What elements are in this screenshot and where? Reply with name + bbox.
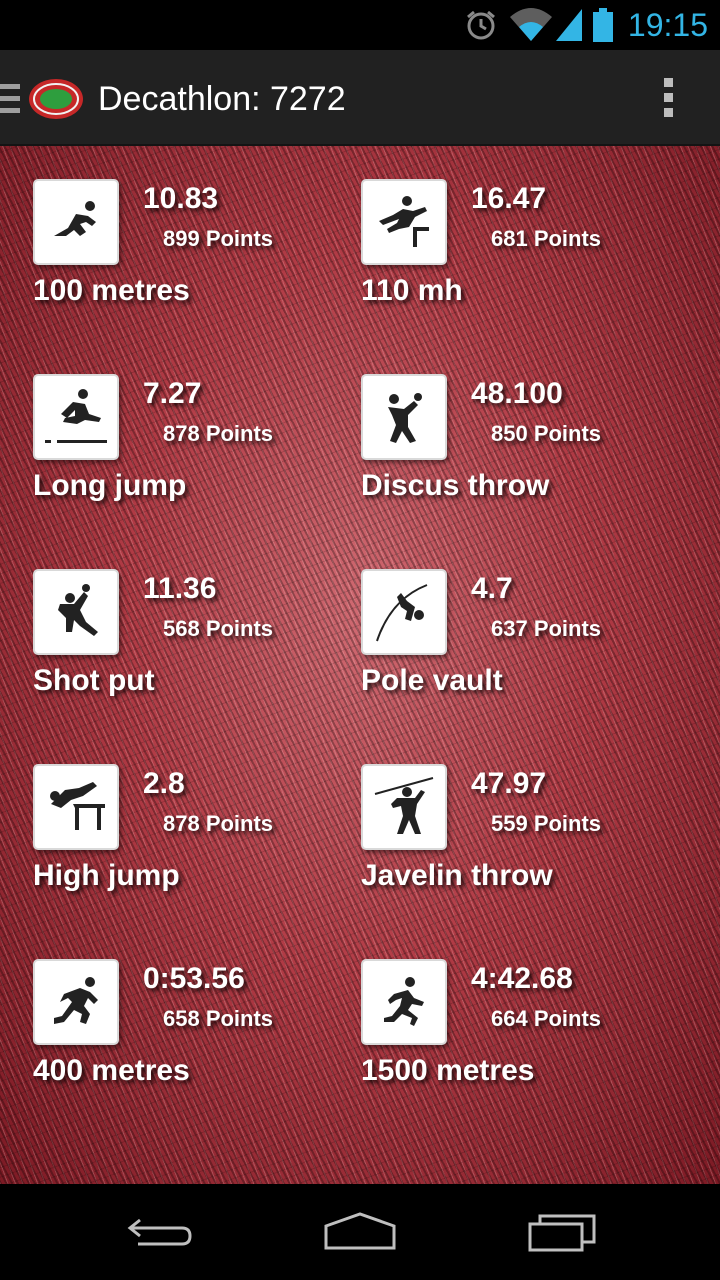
event-name: Long jump (33, 469, 187, 502)
event-points: 559 Points (491, 811, 602, 836)
discus-icon (361, 374, 447, 460)
event-name: 400 metres (33, 1054, 190, 1087)
event-result: 0:53.56 (143, 962, 245, 995)
recent-apps-icon[interactable] (526, 1210, 598, 1254)
event-points: 681 Points (491, 226, 602, 251)
overflow-menu-icon[interactable] (656, 78, 680, 120)
event-points: 568 Points (163, 616, 274, 641)
javelin-icon (361, 764, 447, 850)
status-clock: 19:15 (627, 6, 708, 43)
event-points: 878 Points (163, 811, 274, 836)
event-name: Shot put (33, 664, 155, 697)
event-discus-throw[interactable]: 48.100 850 Points Discus throw (361, 374, 691, 524)
event-name: Discus throw (361, 469, 550, 502)
app-title: Decathlon: 7272 (98, 80, 346, 118)
action-bar: Decathlon: 7272 (0, 50, 720, 146)
event-javelin-throw[interactable]: 47.97 559 Points Javelin throw (361, 764, 691, 914)
long-jump-icon (33, 374, 119, 460)
event-points: 664 Points (491, 1006, 602, 1031)
event-points: 658 Points (163, 1006, 274, 1031)
event-400-metres[interactable]: 0:53.56 658 Points 400 metres (33, 959, 363, 1109)
event-result: 48.100 (471, 377, 563, 410)
event-name: 1500 metres (361, 1054, 535, 1087)
high-jump-icon (33, 764, 119, 850)
wifi-icon (509, 8, 552, 41)
cell-signal-icon (555, 9, 582, 41)
event-name: 110 mh (361, 274, 463, 307)
event-name: High jump (33, 859, 180, 892)
event-long-jump[interactable]: 7.27 878 Points Long jump (33, 374, 363, 524)
navigation-bar (0, 1184, 720, 1280)
event-pole-vault[interactable]: 4.7 637 Points Pole vault (361, 569, 691, 719)
events-grid: 10.83 899 Points 100 metres 16.47 681 Po… (0, 146, 720, 1184)
event-high-jump[interactable]: 2.8 878 Points High jump (33, 764, 363, 914)
event-points: 850 Points (491, 421, 602, 446)
back-icon[interactable] (124, 1210, 196, 1254)
event-points: 878 Points (163, 421, 274, 446)
event-shot-put[interactable]: 11.36 568 Points Shot put (33, 569, 363, 719)
stadium-logo-icon[interactable] (28, 78, 84, 120)
battery-icon (592, 8, 613, 42)
event-result: 47.97 (471, 767, 547, 800)
event-result: 4.7 (471, 572, 513, 605)
event-result: 10.83 (143, 182, 219, 215)
shot-put-icon (33, 569, 119, 655)
event-result: 16.47 (471, 182, 547, 215)
event-result: 4:42.68 (471, 962, 573, 995)
pole-vault-icon (361, 569, 447, 655)
event-result: 11.36 (143, 572, 217, 605)
event-name: 100 metres (33, 274, 190, 307)
event-points: 637 Points (491, 616, 602, 641)
home-icon[interactable] (322, 1210, 398, 1254)
sprint-start-icon (33, 179, 119, 265)
event-1500-metres[interactable]: 4:42.68 664 Points 1500 metres (361, 959, 691, 1109)
runner-icon (33, 959, 119, 1045)
event-result: 7.27 (143, 377, 202, 410)
event-name: Javelin throw (361, 859, 553, 892)
hurdles-icon (361, 179, 447, 265)
status-bar: 19:15 (0, 0, 720, 50)
drawer-icon[interactable] (0, 84, 20, 114)
distance-runner-icon (361, 959, 447, 1045)
alarm-icon (466, 10, 495, 40)
event-name: Pole vault (361, 664, 503, 697)
event-110-mh[interactable]: 16.47 681 Points 110 mh (361, 179, 691, 329)
event-result: 2.8 (143, 767, 185, 800)
event-100-metres[interactable]: 10.83 899 Points 100 metres (33, 179, 363, 329)
event-points: 899 Points (163, 226, 274, 251)
